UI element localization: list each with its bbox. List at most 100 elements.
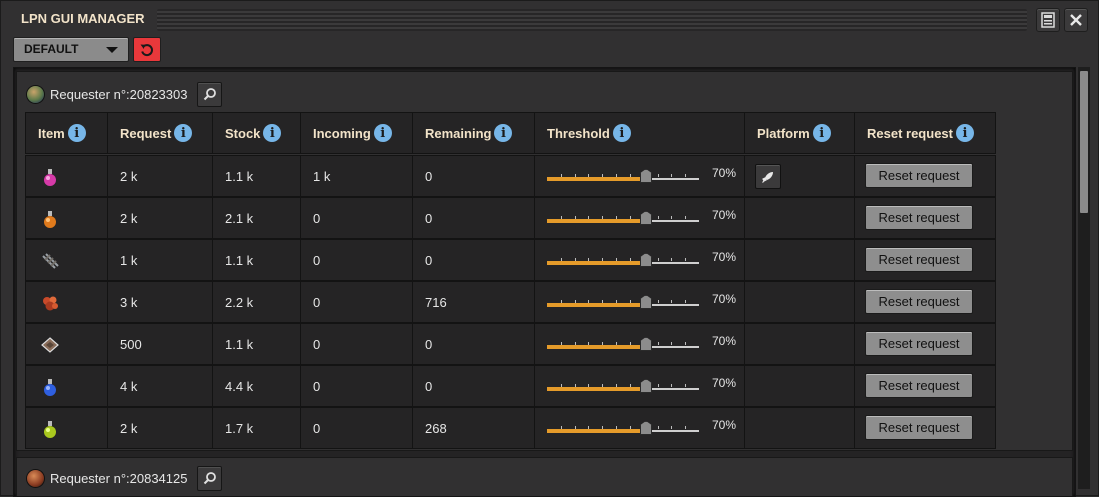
info-icon[interactable]: i — [612, 124, 631, 142]
column-header-label: Request — [120, 125, 172, 141]
info-icon[interactable]: i — [812, 124, 831, 142]
column-header-label: Stock — [225, 125, 261, 141]
stock-cell: 1.1 k — [212, 239, 301, 281]
slider-notch — [602, 258, 603, 261]
platform-cell — [744, 239, 855, 281]
slider-thumb[interactable] — [640, 253, 652, 267]
reset-request-button[interactable]: Reset request — [865, 373, 973, 398]
threshold-cell: 70% — [534, 239, 745, 281]
stock-value: 1.1 k — [225, 169, 254, 184]
pin-icon — [1041, 12, 1055, 28]
locate-requester-button[interactable] — [197, 81, 223, 107]
slider-notch — [588, 258, 589, 261]
slider-notch — [616, 342, 617, 345]
info-icon[interactable]: i — [263, 124, 282, 142]
scrollbar-thumb[interactable] — [1080, 71, 1088, 213]
slider-notch — [588, 216, 589, 219]
info-icon[interactable]: i — [67, 124, 86, 142]
slider-notch — [575, 342, 576, 345]
incoming-cell: 0 — [300, 197, 413, 239]
slider-notch — [616, 426, 617, 429]
reset-cell: Reset request — [854, 197, 996, 239]
slider-fill — [547, 429, 646, 433]
stock-value: 1.1 k — [225, 337, 254, 352]
preset-dropdown[interactable]: DEFAULT — [13, 37, 129, 62]
threshold-slider[interactable] — [547, 295, 701, 310]
incoming-value: 0 — [313, 295, 321, 310]
slider-thumb[interactable] — [640, 211, 652, 225]
close-button[interactable] — [1064, 8, 1088, 32]
reset-request-button[interactable]: Reset request — [865, 205, 973, 230]
threshold-slider[interactable] — [547, 211, 701, 226]
reset-request-button[interactable]: Reset request — [865, 163, 973, 188]
threshold-slider[interactable] — [547, 253, 701, 268]
title-bar[interactable]: LPN GUI MANAGER — [1, 1, 1099, 37]
info-icon[interactable]: i — [494, 124, 513, 142]
stock-cell: 4.4 k — [212, 365, 301, 407]
incoming-cell: 0 — [300, 239, 413, 281]
drag-handle[interactable] — [157, 9, 1027, 31]
slider-notch — [561, 174, 562, 177]
slider-notch — [630, 300, 631, 303]
slider-notch — [658, 342, 659, 345]
slider-notch — [575, 258, 576, 261]
pin-button[interactable] — [1036, 8, 1060, 32]
column-header-platform: Platform i — [744, 112, 855, 154]
slider-notch — [685, 174, 686, 177]
slider-notch — [575, 216, 576, 219]
slider-fill — [547, 345, 646, 349]
locate-requester-button[interactable] — [197, 465, 223, 491]
platform-button[interactable] — [755, 164, 781, 189]
reset-cell: Reset request — [854, 155, 996, 197]
incoming-value: 0 — [313, 253, 321, 268]
threshold-percent: 70% — [712, 376, 737, 390]
slider-notch — [658, 258, 659, 261]
reset-request-button[interactable]: Reset request — [865, 415, 973, 440]
slider-thumb[interactable] — [640, 379, 652, 393]
column-header-stock: Stock i — [212, 112, 301, 154]
reset-all-button[interactable] — [133, 37, 161, 62]
reset-request-button[interactable]: Reset request — [865, 289, 973, 314]
stock-cell: 1.1 k — [212, 155, 301, 197]
slider-notch — [588, 384, 589, 387]
slider-thumb[interactable] — [640, 295, 652, 309]
slider-notch — [561, 426, 562, 429]
reset-request-button[interactable]: Reset request — [865, 247, 973, 272]
request-cell: 2 k — [107, 197, 213, 239]
threshold-percent: 70% — [712, 250, 737, 264]
slider-thumb[interactable] — [640, 337, 652, 351]
slider-notch — [630, 426, 631, 429]
slider-thumb[interactable] — [640, 169, 652, 183]
remaining-cell: 0 — [412, 197, 535, 239]
info-icon[interactable]: i — [373, 124, 392, 142]
slider-notch — [602, 300, 603, 303]
request-cell: 500 — [107, 323, 213, 365]
slider-notch — [602, 384, 603, 387]
slider-notch — [616, 300, 617, 303]
request-cell: 2 k — [107, 407, 213, 449]
threshold-slider[interactable] — [547, 421, 701, 436]
threshold-slider[interactable] — [547, 169, 701, 184]
slider-fill — [547, 261, 646, 265]
request-value: 2 k — [120, 421, 138, 436]
slider-notch — [561, 258, 562, 261]
slider-notch — [685, 342, 686, 345]
slider-notch — [671, 300, 672, 303]
slider-notch — [602, 174, 603, 177]
slider-notch — [671, 384, 672, 387]
requester-header: Requester n°:20834125 — [27, 465, 223, 491]
slider-notch — [685, 300, 686, 303]
production-science-pack-icon — [40, 209, 60, 229]
info-icon[interactable]: i — [955, 124, 974, 142]
stock-value: 2.1 k — [225, 211, 254, 226]
slider-notch — [630, 342, 631, 345]
slider-notch — [658, 384, 659, 387]
slider-notch — [671, 342, 672, 345]
slider-notch — [602, 216, 603, 219]
request-value: 3 k — [120, 295, 138, 310]
slider-thumb[interactable] — [640, 421, 652, 435]
threshold-slider[interactable] — [547, 337, 701, 352]
reset-request-button[interactable]: Reset request — [865, 331, 973, 356]
threshold-slider[interactable] — [547, 379, 701, 394]
info-icon[interactable]: i — [174, 124, 193, 142]
